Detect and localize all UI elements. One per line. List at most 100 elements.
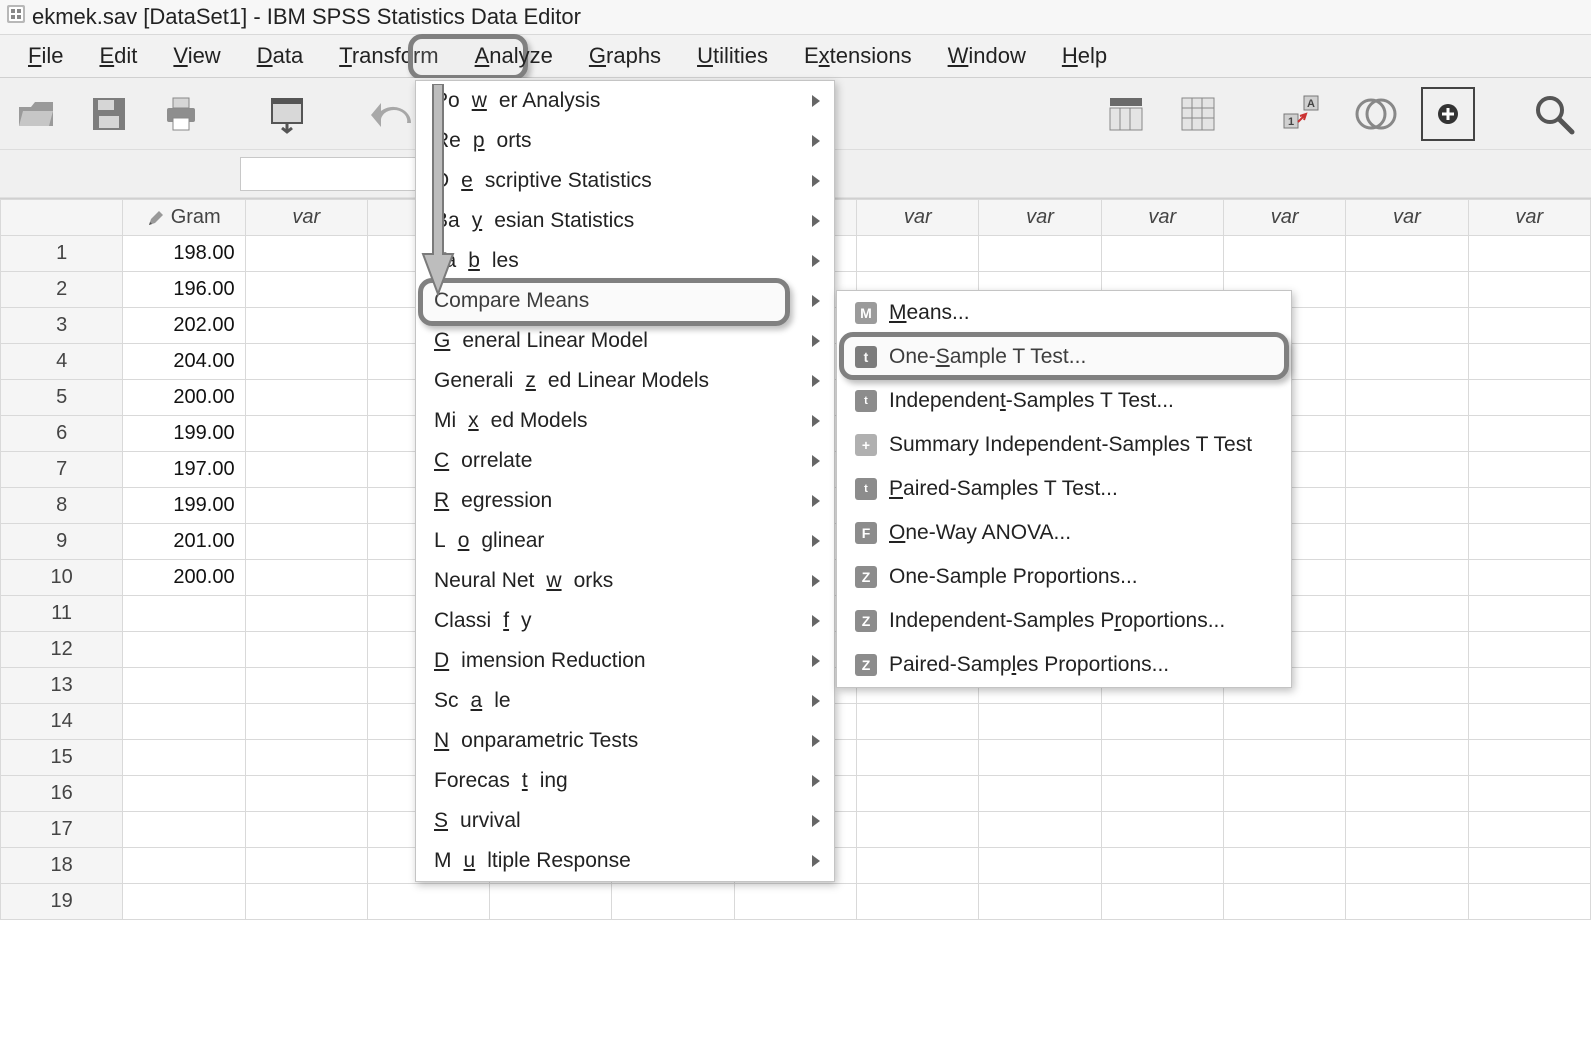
data-cell[interactable] bbox=[123, 740, 245, 776]
menu-survival[interactable]: Survival bbox=[416, 801, 834, 841]
data-cell[interactable] bbox=[1223, 776, 1345, 812]
data-cell[interactable] bbox=[612, 884, 734, 920]
menu-mixed-models[interactable]: Mixed Models bbox=[416, 401, 834, 441]
menu-dimension-reduction[interactable]: Dimension Reduction bbox=[416, 641, 834, 681]
menu-window[interactable]: Window bbox=[930, 37, 1044, 75]
data-cell[interactable] bbox=[1346, 704, 1468, 740]
data-cell[interactable] bbox=[1346, 416, 1468, 452]
data-cell[interactable] bbox=[245, 452, 367, 488]
data-cell[interactable] bbox=[1346, 272, 1468, 308]
data-cell[interactable] bbox=[123, 632, 245, 668]
menu-edit[interactable]: Edit bbox=[81, 37, 155, 75]
data-cell[interactable] bbox=[1468, 668, 1590, 704]
data-cell[interactable] bbox=[857, 704, 979, 740]
data-cell[interactable] bbox=[1223, 848, 1345, 884]
data-cell[interactable] bbox=[857, 236, 979, 272]
row-header[interactable]: 19 bbox=[1, 884, 123, 920]
menu-regression[interactable]: Regression bbox=[416, 481, 834, 521]
data-cell[interactable] bbox=[1223, 740, 1345, 776]
menu-help[interactable]: Help bbox=[1044, 37, 1125, 75]
data-cell[interactable] bbox=[1468, 344, 1590, 380]
data-cell[interactable] bbox=[1346, 632, 1468, 668]
data-cell[interactable] bbox=[245, 524, 367, 560]
data-cell[interactable] bbox=[245, 272, 367, 308]
data-cell[interactable] bbox=[1346, 596, 1468, 632]
data-cell[interactable] bbox=[857, 776, 979, 812]
data-cell[interactable] bbox=[979, 812, 1101, 848]
data-cell[interactable] bbox=[1468, 272, 1590, 308]
data-cell[interactable] bbox=[1346, 560, 1468, 596]
data-cell[interactable] bbox=[1223, 812, 1345, 848]
menu-power-analysis[interactable]: Power Analysis bbox=[416, 81, 834, 121]
submenu-independent-samples-t-test[interactable]: tIndependent-Samples T Test... bbox=[837, 379, 1291, 423]
row-header[interactable]: 15 bbox=[1, 740, 123, 776]
menu-extensions[interactable]: Extensions bbox=[786, 37, 930, 75]
data-cell[interactable]: 200.00 bbox=[123, 380, 245, 416]
row-header[interactable]: 8 bbox=[1, 488, 123, 524]
data-cell[interactable] bbox=[245, 812, 367, 848]
data-cell[interactable] bbox=[245, 488, 367, 524]
row-header[interactable]: 13 bbox=[1, 668, 123, 704]
data-cell[interactable] bbox=[1346, 488, 1468, 524]
row-header[interactable]: 16 bbox=[1, 776, 123, 812]
data-cell[interactable] bbox=[245, 344, 367, 380]
submenu-independent-samples-proportions[interactable]: ZIndependent-Samples Proportions... bbox=[837, 599, 1291, 643]
submenu-summary-independent-t-test[interactable]: +Summary Independent-Samples T Test bbox=[837, 423, 1291, 467]
row-header[interactable]: 1 bbox=[1, 236, 123, 272]
print-button[interactable] bbox=[154, 87, 208, 141]
menu-neural-networks[interactable]: Neural Networks bbox=[416, 561, 834, 601]
row-header[interactable]: 12 bbox=[1, 632, 123, 668]
data-cell[interactable] bbox=[245, 596, 367, 632]
data-cell[interactable] bbox=[245, 848, 367, 884]
col-header-var[interactable]: var bbox=[979, 200, 1101, 236]
col-header-var[interactable]: var bbox=[1101, 200, 1223, 236]
data-cell[interactable] bbox=[123, 812, 245, 848]
data-cell[interactable] bbox=[1346, 776, 1468, 812]
data-cell[interactable] bbox=[1468, 452, 1590, 488]
row-header[interactable]: 4 bbox=[1, 344, 123, 380]
data-cell[interactable] bbox=[245, 776, 367, 812]
data-cell[interactable] bbox=[979, 704, 1101, 740]
grid2-icon[interactable] bbox=[1171, 87, 1225, 141]
data-cell[interactable] bbox=[1346, 308, 1468, 344]
col-header-gram[interactable]: Gram bbox=[123, 200, 245, 236]
data-cell[interactable] bbox=[1346, 380, 1468, 416]
data-cell[interactable] bbox=[1468, 236, 1590, 272]
data-cell[interactable]: 196.00 bbox=[123, 272, 245, 308]
data-cell[interactable] bbox=[1101, 236, 1223, 272]
row-header[interactable]: 18 bbox=[1, 848, 123, 884]
data-cell[interactable]: 202.00 bbox=[123, 308, 245, 344]
value-labels-button[interactable]: A1 bbox=[1277, 87, 1331, 141]
data-cell[interactable] bbox=[1223, 236, 1345, 272]
data-cell[interactable] bbox=[1101, 740, 1223, 776]
data-cell[interactable] bbox=[1223, 704, 1345, 740]
menu-compare-means[interactable]: Compare Means bbox=[416, 281, 834, 321]
menu-analyze[interactable]: Analyze bbox=[457, 37, 571, 75]
menu-view[interactable]: View bbox=[155, 37, 238, 75]
menu-classify[interactable]: Classify bbox=[416, 601, 834, 641]
data-cell[interactable] bbox=[245, 308, 367, 344]
data-cell[interactable] bbox=[1468, 416, 1590, 452]
data-cell[interactable] bbox=[1346, 524, 1468, 560]
menu-tables[interactable]: Tables bbox=[416, 241, 834, 281]
data-cell[interactable] bbox=[245, 560, 367, 596]
row-header[interactable]: 14 bbox=[1, 704, 123, 740]
data-cell[interactable] bbox=[1346, 812, 1468, 848]
data-cell[interactable] bbox=[1346, 668, 1468, 704]
submenu-one-sample-t-test[interactable]: tOne-Sample T Test... bbox=[837, 335, 1291, 379]
data-cell[interactable]: 204.00 bbox=[123, 344, 245, 380]
submenu-paired-samples-t-test[interactable]: tPaired-Samples T Test... bbox=[837, 467, 1291, 511]
data-cell[interactable] bbox=[1346, 344, 1468, 380]
row-header[interactable]: 7 bbox=[1, 452, 123, 488]
data-cell[interactable]: 198.00 bbox=[123, 236, 245, 272]
corner-cell[interactable] bbox=[1, 200, 123, 236]
data-cell[interactable] bbox=[1101, 812, 1223, 848]
data-cell[interactable] bbox=[857, 740, 979, 776]
find-button[interactable] bbox=[1527, 87, 1581, 141]
data-cell[interactable] bbox=[979, 776, 1101, 812]
data-cell[interactable] bbox=[979, 236, 1101, 272]
row-header[interactable]: 11 bbox=[1, 596, 123, 632]
menu-file[interactable]: File bbox=[10, 37, 81, 75]
data-cell[interactable] bbox=[979, 740, 1101, 776]
menu-general-linear-model[interactable]: General Linear Model bbox=[416, 321, 834, 361]
